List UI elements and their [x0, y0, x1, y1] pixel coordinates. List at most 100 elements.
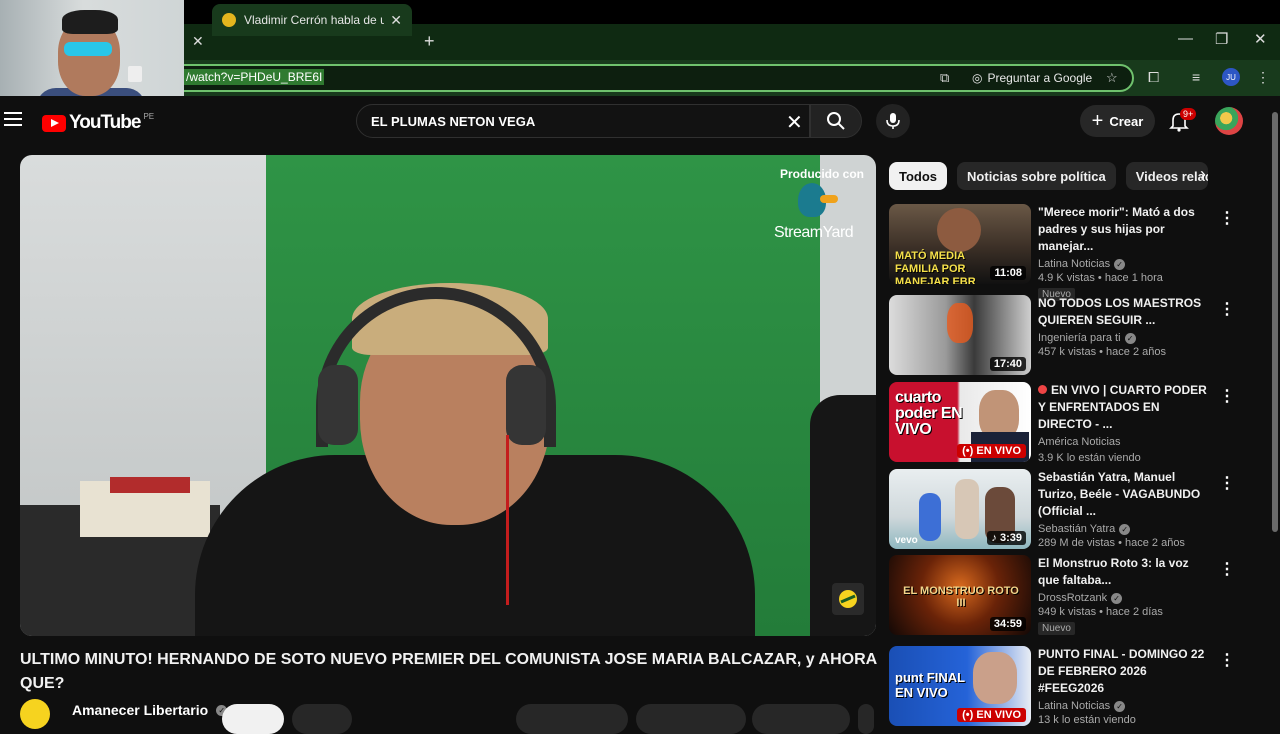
chips-next-chevron-icon[interactable]: › — [1200, 164, 1206, 185]
recommendation-title[interactable]: PUNTO FINAL - DOMINGO 22 DE FEBRERO 2026… — [1038, 646, 1212, 697]
close-window-icon[interactable]: ✕ — [1254, 30, 1267, 48]
browser-tab-active[interactable]: Vladimir Cerrón habla de un "fr ✕ — [212, 4, 412, 36]
verified-check-icon: ✓ — [1111, 592, 1123, 604]
tab-close-icon[interactable]: ✕ — [390, 12, 402, 29]
microphone-icon — [886, 113, 900, 129]
chip-todos[interactable]: Todos — [889, 162, 948, 190]
youtube-logo[interactable]: YouTube PE — [42, 112, 154, 134]
recommendation-item[interactable]: cuarto poder EN VIVO (•) EN VIVO EN VIVO… — [889, 382, 1235, 464]
minimize-icon[interactable]: — — [1178, 30, 1193, 47]
recommendation-channel[interactable]: Latina Noticias — [1038, 258, 1110, 270]
verified-check-icon: ✓ — [1114, 700, 1126, 712]
lens-icon: ◎ — [972, 71, 983, 85]
recommendation-title[interactable]: NO TODOS LOS MAESTROS QUIEREN SEGUIR ... — [1038, 295, 1212, 329]
search-icon — [827, 112, 845, 130]
more-options-icon[interactable]: ⋮ — [1219, 386, 1235, 406]
channel-name[interactable]: Amanecer Libertario — [72, 702, 208, 718]
recommendation-thumbnail[interactable]: MATÓ MEDIA FAMILIA POR MANEJAR EBR 11:08 — [889, 204, 1031, 284]
recommendation-item[interactable]: vevo ♪ 3:39 Sebastián Yatra, Manuel Turi… — [889, 469, 1235, 549]
scrollbar-thumb[interactable] — [1272, 112, 1278, 532]
more-options-icon[interactable]: ⋮ — [1219, 473, 1235, 493]
ask-google-label: Preguntar a Google — [987, 71, 1093, 85]
voice-search-button[interactable] — [876, 104, 910, 138]
streamyard-brand: StreamYard — [774, 224, 854, 241]
more-options-icon[interactable]: ⋮ — [1219, 559, 1235, 579]
produced-with-label: Producido con — [780, 167, 864, 181]
recommendation-title[interactable]: El Monstruo Roto 3: la voz que faltaba..… — [1038, 555, 1212, 589]
recommendation-stats: 3.9 K lo están viendo — [1038, 452, 1141, 464]
search-button[interactable] — [810, 104, 862, 138]
recommendation-thumbnail[interactable]: punt FINAL EN VIVO (•) EN VIVO — [889, 646, 1031, 726]
thumbnail-caption: cuarto poder EN VIVO — [895, 389, 963, 438]
new-badge: Nuevo — [1038, 622, 1075, 635]
recommendation-stats: 457 k vistas • hace 2 años — [1038, 346, 1166, 358]
video-duration: ♪ 3:39 — [987, 531, 1026, 545]
recommendation-title[interactable]: Sebastián Yatra, Manuel Turizo, Beéle - … — [1038, 469, 1212, 520]
more-actions-button[interactable] — [858, 704, 874, 734]
browser-profile-avatar[interactable]: JU — [1222, 68, 1240, 86]
streamyard-duck-icon — [798, 183, 838, 217]
address-url[interactable]: /watch?v=PHDeU_BRE6I — [184, 69, 325, 85]
recommendation-channel[interactable]: Ingeniería para ti — [1038, 332, 1121, 344]
verified-check-icon: ✓ — [1124, 332, 1136, 344]
more-options-icon[interactable]: ⋮ — [1219, 650, 1235, 670]
live-badge: (•) EN VIVO — [957, 444, 1026, 458]
recommendation-title[interactable]: "Merece morir": Mató a dos padres y sus … — [1038, 204, 1212, 255]
extensions-icon[interactable]: ⧠ — [1148, 69, 1159, 86]
more-options-icon[interactable]: ⋮ — [1219, 299, 1235, 319]
subscribe-button[interactable] — [222, 704, 284, 734]
live-dot-icon — [1038, 385, 1047, 394]
video-duration: 17:40 — [989, 357, 1026, 371]
create-button[interactable]: + Crear — [1080, 105, 1155, 137]
bookmark-star-icon[interactable]: ☆ — [1106, 70, 1118, 86]
recommendation-item[interactable]: EL MONSTRUO ROTO III 34:59 El Monstruo R… — [889, 555, 1235, 635]
recommendation-channel[interactable]: Latina Noticias — [1038, 700, 1110, 712]
join-button[interactable] — [292, 704, 352, 734]
country-code: PE — [143, 112, 155, 121]
recommendation-thumbnail[interactable]: EL MONSTRUO ROTO III 34:59 — [889, 555, 1031, 635]
channel-row: Amanecer Libertario ✓ — [20, 699, 228, 729]
video-title: ULTIMO MINUTO! HERNANDO DE SOTO NUEVO PR… — [20, 651, 877, 692]
recommendation-thumbnail[interactable]: cuarto poder EN VIVO (•) EN VIVO — [889, 382, 1031, 462]
channel-avatar[interactable] — [20, 699, 50, 729]
recommendation-item[interactable]: MATÓ MEDIA FAMILIA POR MANEJAR EBR 11:08… — [889, 204, 1235, 301]
channel-watermark-icon[interactable] — [832, 583, 864, 615]
media-queue-icon[interactable]: ≡ — [1192, 69, 1200, 85]
recommendation-item[interactable]: punt FINAL EN VIVO (•) EN VIVO PUNTO FIN… — [889, 646, 1235, 726]
thumbnail-caption: punt FINAL EN VIVO — [895, 670, 965, 700]
search-input[interactable]: EL PLUMAS NETON VEGA — [356, 104, 810, 138]
account-avatar[interactable] — [1215, 107, 1243, 135]
plus-icon: + — [1091, 109, 1104, 132]
thumbnail-caption: MATÓ MEDIA FAMILIA POR MANEJAR EBR — [895, 250, 976, 284]
filter-chips: Todos Noticias sobre política Videos rel… — [889, 162, 1208, 190]
restore-icon[interactable]: ❐ — [1215, 30, 1228, 48]
chip-relacionados[interactable]: Videos relacionados — [1125, 162, 1208, 190]
recommendation-stats: 289 M de vistas • hace 2 años — [1038, 537, 1185, 549]
cast-icon[interactable]: ⧉ — [940, 70, 949, 86]
ask-google-button[interactable]: ◎ Preguntar a Google — [966, 67, 1098, 89]
recommendation-thumbnail[interactable]: vevo ♪ 3:39 — [889, 469, 1031, 549]
new-tab-icon[interactable]: + — [424, 31, 435, 52]
video-duration: 34:59 — [989, 617, 1026, 631]
save-button[interactable] — [752, 704, 850, 734]
thumbnail-caption: vevo — [895, 535, 918, 546]
recommendation-thumbnail[interactable]: 17:40 — [889, 295, 1031, 375]
more-options-icon[interactable]: ⋮ — [1219, 208, 1235, 228]
tab-title: Vladimir Cerrón habla de un "fr — [244, 13, 385, 27]
recommendation-title[interactable]: EN VIVO | CUARTO PODER Y ENFRENTADOS EN … — [1038, 382, 1212, 433]
clear-search-icon[interactable]: ✕ — [786, 110, 803, 135]
verified-check-icon: ✓ — [1119, 523, 1131, 535]
video-player[interactable]: Producido con StreamYard — [20, 155, 876, 636]
browser-menu-icon[interactable]: ⋮ — [1256, 69, 1270, 86]
window-title-strip — [0, 0, 1280, 24]
chip-politica[interactable]: Noticias sobre política — [957, 162, 1116, 190]
share-button[interactable] — [636, 704, 746, 734]
verified-check-icon: ✓ — [1114, 258, 1126, 270]
hamburger-menu-icon[interactable] — [4, 112, 22, 126]
recommendation-channel[interactable]: DrossRotzank — [1038, 592, 1107, 604]
prev-tab-close-icon[interactable]: ✕ — [192, 33, 204, 50]
recommendation-channel[interactable]: América Noticias — [1038, 436, 1121, 448]
recommendation-channel[interactable]: Sebastián Yatra — [1038, 523, 1115, 535]
like-dislike-button[interactable] — [516, 704, 628, 734]
recommendation-item[interactable]: 17:40 NO TODOS LOS MAESTROS QUIEREN SEGU… — [889, 295, 1235, 375]
